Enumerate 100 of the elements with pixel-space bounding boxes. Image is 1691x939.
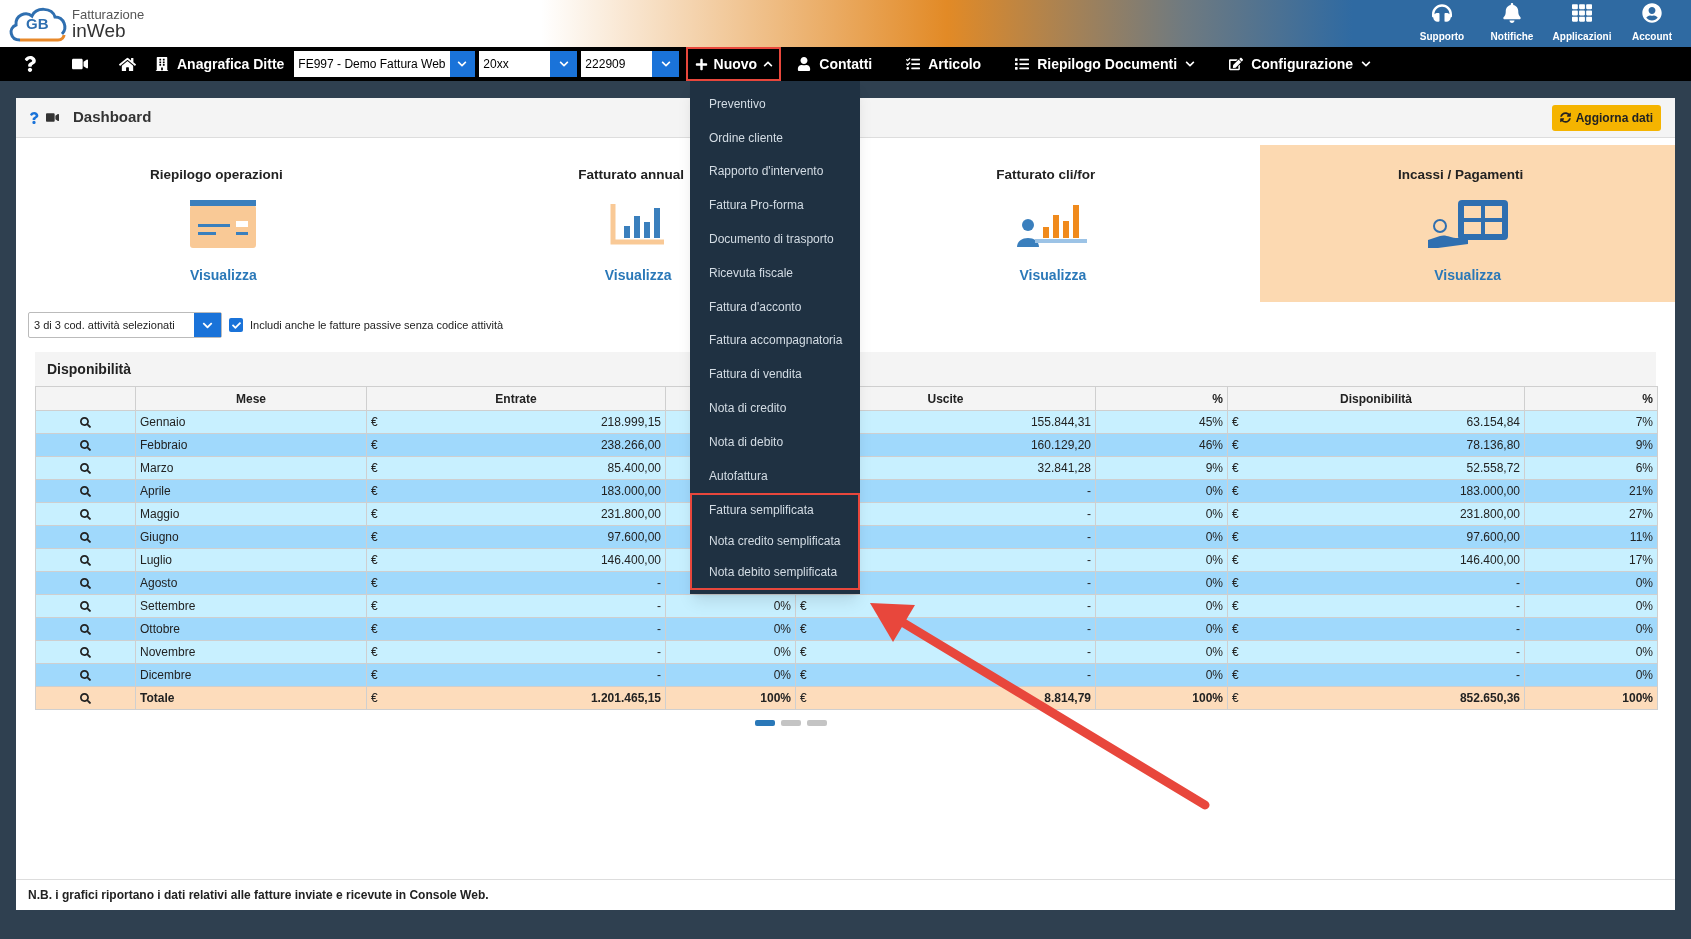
month-text: Luglio	[140, 553, 173, 567]
edit-icon	[1229, 57, 1244, 71]
select-caret-button[interactable]	[550, 51, 578, 77]
checklist-icon	[906, 57, 921, 71]
currency-sign: €	[1232, 644, 1239, 661]
select-value: FE997 - Demo Fattura Web	[297, 56, 447, 73]
percent-text: 0%	[1205, 622, 1223, 636]
percent-text: 0%	[1635, 576, 1653, 590]
search-icon[interactable]	[80, 508, 91, 520]
search-icon[interactable]	[80, 692, 91, 704]
search-icon[interactable]	[80, 485, 91, 497]
search-icon[interactable]	[80, 462, 91, 474]
amount-text: 146.400,00	[600, 552, 661, 569]
header-action[interactable]: Notifiche	[1477, 3, 1547, 44]
menu-item[interactable]: Preventivo	[690, 87, 860, 121]
activity-select[interactable]: 3 di 3 cod. attività selezionati	[28, 312, 222, 338]
amount-text: 85.400,00	[607, 460, 661, 477]
month-text: Dicembre	[140, 668, 192, 682]
amount-text: -	[1516, 667, 1520, 684]
amount-text: -	[1516, 598, 1520, 615]
percent-text: 21%	[1628, 484, 1653, 498]
bar-chart-icon	[610, 202, 667, 247]
amount-text: 52.558,72	[1466, 460, 1520, 477]
currency-sign: €	[371, 529, 378, 546]
amount-text: -	[1087, 598, 1091, 615]
amount-text: 146.400,00	[1459, 552, 1520, 569]
menu-item[interactable]: Nota di credito	[690, 391, 860, 425]
search-icon[interactable]	[80, 600, 91, 612]
percent-text: 0%	[1205, 668, 1223, 682]
money-hand-icon	[1427, 200, 1508, 249]
month-text: Settembre	[140, 599, 196, 613]
menu-item[interactable]: Nota di debito	[690, 424, 860, 459]
search-icon[interactable]	[80, 531, 91, 543]
menu-item[interactable]: Fattura semplificata	[692, 494, 858, 526]
menu-item[interactable]: Nota credito semplificata	[692, 525, 858, 557]
view-link[interactable]: Visualizza	[1019, 265, 1087, 287]
amount-text: -	[1516, 644, 1520, 661]
search-icon[interactable]	[80, 577, 91, 589]
percent-text: 0%	[1205, 576, 1223, 590]
view-link[interactable]: Visualizza	[190, 265, 257, 287]
amount-text: -	[1087, 529, 1091, 546]
amount-text: 63.154,84	[1466, 414, 1520, 431]
percent-text: 27%	[1628, 507, 1653, 521]
currency-sign: €	[1232, 437, 1239, 454]
amount-text: 32.841,28	[1037, 460, 1091, 477]
search-icon[interactable]	[80, 416, 91, 428]
checkbox[interactable]	[229, 318, 243, 332]
menu-item[interactable]: Fattura accompagnatoria	[690, 323, 860, 358]
select-caret-button[interactable]	[652, 51, 680, 77]
nav-link[interactable]: Contatti	[797, 53, 873, 75]
nav-link[interactable]: Articolo	[906, 53, 982, 75]
search-icon[interactable]	[80, 439, 91, 451]
check-icon	[231, 320, 241, 330]
menu-item[interactable]: Autofattura	[690, 458, 860, 493]
refresh-button[interactable]: Aggiorna dati	[1551, 104, 1661, 131]
amount-text: -	[657, 575, 661, 592]
percent-text: 0%	[1205, 645, 1223, 659]
logo-text: Fatturazione	[72, 7, 145, 21]
amount-text: -	[1087, 667, 1091, 684]
header-action[interactable]: Account	[1617, 3, 1687, 44]
currency-sign: €	[800, 644, 807, 661]
column-header: Uscite	[927, 391, 964, 406]
currency-sign: €	[1232, 667, 1239, 684]
headphones-icon	[1432, 3, 1452, 23]
percent-text: 0%	[773, 645, 791, 659]
percent-text: 0%	[773, 599, 791, 613]
view-link[interactable]: Visualizza	[604, 265, 672, 287]
amount-text: 97.600,00	[607, 529, 661, 546]
select-field[interactable]: FE997 - Demo Fattura Web	[294, 51, 476, 77]
search-icon[interactable]	[80, 669, 91, 681]
select-field[interactable]: 222909	[581, 51, 680, 77]
nav-link[interactable]: Configurazione	[1229, 53, 1372, 75]
header-action[interactable]: Supporto	[1407, 3, 1477, 44]
menu-item[interactable]: Fattura di vendita	[690, 357, 860, 392]
plus-icon	[694, 57, 708, 71]
select-caret-button[interactable]	[449, 51, 476, 77]
month-text: Giugno	[140, 530, 179, 544]
percent-text: 100%	[760, 691, 791, 705]
company-link[interactable]: Anagrafica Ditte	[149, 47, 291, 81]
currency-sign: €	[371, 552, 378, 569]
search-icon[interactable]	[80, 554, 91, 566]
amount-text: 852.650,36	[1459, 690, 1520, 707]
view-link[interactable]: Visualizza	[1434, 265, 1501, 287]
percent-text: 11%	[1629, 530, 1653, 544]
nav-link[interactable]: Riepilogo Documenti	[1015, 53, 1196, 75]
search-icon[interactable]	[80, 623, 91, 635]
header-action[interactable]: Applicazioni	[1547, 3, 1617, 44]
new-button[interactable]: Nuovo	[686, 47, 782, 81]
currency-sign: €	[1232, 575, 1239, 592]
tile-title: Incassi / Pagamenti	[1397, 166, 1525, 184]
search-icon[interactable]	[80, 646, 91, 658]
amount-text: 231.800,00	[600, 506, 661, 523]
user-icon	[797, 57, 812, 71]
currency-sign: €	[1232, 621, 1239, 638]
menu-item[interactable]: Nota debito semplificata	[692, 556, 858, 588]
percent-text: 9%	[1635, 438, 1653, 452]
summary-tile[interactable]: Incassi / Pagamenti Visualizza	[1260, 145, 1675, 302]
select-field[interactable]: 20xx	[479, 51, 578, 77]
caret-up-icon	[763, 59, 774, 69]
currency-sign: €	[800, 598, 807, 615]
